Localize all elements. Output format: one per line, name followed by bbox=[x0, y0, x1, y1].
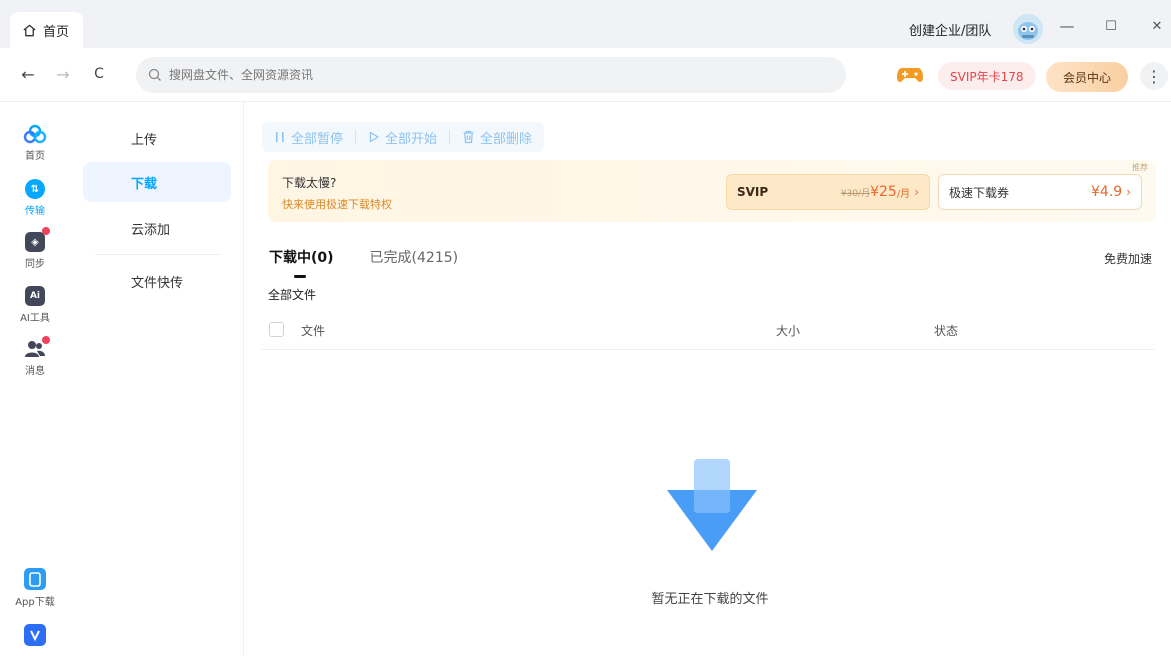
pause-icon bbox=[276, 132, 284, 142]
search-icon bbox=[148, 68, 161, 81]
svip-annual-badge[interactable]: SVIP年卡178 bbox=[938, 62, 1036, 90]
more-menu-button[interactable]: ⋮ bbox=[1140, 62, 1168, 90]
sidebar-item-upload[interactable]: 上传 bbox=[83, 118, 231, 158]
speed-promo-banner: 下载太慢? 快来使用极速下载特权 推荐 SVIP ¥30/月 ¥25 /月 › … bbox=[268, 160, 1156, 222]
vip-icon bbox=[24, 624, 46, 646]
nav-bar: ← → C SVIP年卡178 会员中心 ⋮ bbox=[0, 48, 1171, 102]
sidebar-item-label: 消息 bbox=[25, 366, 45, 377]
sidebar-item-label: App下载 bbox=[15, 597, 55, 608]
avatar-icon bbox=[1013, 14, 1043, 44]
trash-icon bbox=[463, 130, 474, 144]
chevron-right-icon: › bbox=[914, 185, 919, 199]
download-tabs: 下载中(0) 已完成(4215) bbox=[269, 247, 459, 278]
title-bar: 首页 创建企业/团队 — ☐ ✕ bbox=[0, 0, 1171, 48]
maximize-button[interactable]: ☐ bbox=[1101, 16, 1121, 36]
sidebar-item-sync[interactable]: ◈ 同步 bbox=[0, 227, 70, 270]
pause-all-button[interactable]: 全部暂停 bbox=[274, 128, 343, 147]
minimize-button[interactable]: — bbox=[1057, 16, 1077, 36]
free-speedup-link[interactable]: 免费加速 bbox=[1104, 250, 1152, 267]
cloud-logo-icon bbox=[23, 124, 47, 144]
back-button[interactable]: ← bbox=[17, 63, 39, 85]
start-all-label: 全部开始 bbox=[385, 131, 438, 147]
game-controller-icon[interactable] bbox=[896, 65, 924, 85]
transfer-sidebar: 上传 下载 云添加 文件快传 bbox=[70, 102, 244, 656]
create-team-link[interactable]: 创建企业/团队 bbox=[909, 20, 991, 39]
app-download-icon bbox=[24, 568, 46, 590]
sidebar-item-transfer[interactable]: ⇅ 传输 bbox=[0, 179, 70, 217]
forward-button[interactable]: → bbox=[52, 63, 74, 85]
search-box[interactable] bbox=[136, 57, 846, 93]
banner-title: 下载太慢? bbox=[282, 176, 337, 190]
home-icon bbox=[23, 24, 36, 36]
divider bbox=[449, 130, 451, 144]
app-window: 首页 创建企业/团队 — ☐ ✕ ← → C 搜网盘文件、全网资源资讯 SVIP… bbox=[0, 0, 1171, 656]
sidebar-item-label: 首页 bbox=[25, 151, 45, 162]
delete-all-label: 全部删除 bbox=[480, 131, 533, 147]
svip-price-unit: /月 bbox=[896, 188, 911, 200]
svip-price: ¥25 bbox=[870, 184, 897, 200]
sidebar-item-home[interactable]: 首页 bbox=[0, 124, 70, 162]
column-header-size[interactable]: 大小 bbox=[776, 322, 800, 339]
sidebar-item-quick-transfer[interactable]: 文件快传 bbox=[83, 261, 231, 301]
message-icon bbox=[24, 336, 50, 359]
sidebar-item-label: 同步 bbox=[25, 259, 45, 270]
svip-offer-name: SVIP bbox=[737, 185, 769, 199]
svip-offer-button[interactable]: SVIP ¥30/月 ¥25 /月 › bbox=[726, 174, 930, 210]
transfer-icon: ⇅ bbox=[25, 179, 45, 199]
speed-ticket-offer-button[interactable]: 极速下载券 ¥4.9 › bbox=[938, 174, 1142, 210]
delete-all-button[interactable]: 全部删除 bbox=[462, 128, 532, 147]
sidebar-item-vip[interactable] bbox=[0, 624, 70, 646]
banner-subtitle[interactable]: 快来使用极速下载特权 bbox=[282, 196, 392, 212]
column-header-status[interactable]: 状态 bbox=[934, 322, 958, 339]
tab-home-label: 首页 bbox=[43, 24, 70, 40]
svip-old-price: ¥30/月 bbox=[840, 188, 871, 199]
empty-download-icon bbox=[667, 459, 757, 551]
sidebar-item-label: 传输 bbox=[25, 206, 45, 217]
sidebar-item-download[interactable]: 下载 bbox=[83, 162, 231, 202]
divider bbox=[355, 130, 357, 144]
notification-dot bbox=[42, 336, 50, 344]
sidebar-item-ai-tools[interactable]: Ai AI工具 bbox=[0, 286, 70, 324]
sidebar-item-cloud-add[interactable]: 云添加 bbox=[83, 208, 231, 248]
select-all-checkbox[interactable] bbox=[269, 322, 284, 337]
member-center-button[interactable]: 会员中心 bbox=[1046, 62, 1128, 92]
sync-icon: ◈ bbox=[25, 227, 50, 252]
ticket-offer-name: 极速下载券 bbox=[949, 185, 1010, 200]
download-toolbar: 全部暂停 全部开始 全部删除 bbox=[262, 122, 545, 152]
sidebar-item-messages[interactable]: 消息 bbox=[0, 336, 70, 377]
pause-all-label: 全部暂停 bbox=[291, 131, 344, 147]
file-table-header: 文件 大小 状态 bbox=[262, 312, 1154, 350]
avatar[interactable] bbox=[1013, 14, 1043, 44]
empty-state-message: 暂无正在下载的文件 bbox=[651, 592, 769, 607]
play-icon bbox=[369, 131, 379, 143]
start-all-button[interactable]: 全部开始 bbox=[368, 128, 437, 147]
tab-home[interactable]: 首页 bbox=[10, 12, 83, 48]
sidebar-item-app-download[interactable]: App下载 bbox=[0, 568, 70, 608]
ai-tools-icon: Ai bbox=[25, 286, 45, 306]
sidebar-item-label: AI工具 bbox=[20, 313, 50, 324]
recommend-tag: 推荐 bbox=[1132, 163, 1148, 172]
sync-glyph: ◈ bbox=[31, 236, 39, 248]
icon-sidebar: 首页 ⇅ 传输 ◈ 同步 Ai AI工具 消息 App下载 bbox=[0, 102, 70, 656]
divider bbox=[95, 254, 221, 255]
all-files-breadcrumb: 全部文件 bbox=[268, 288, 317, 302]
close-button[interactable]: ✕ bbox=[1147, 16, 1167, 36]
search-input[interactable] bbox=[169, 68, 769, 82]
ticket-price: ¥4.9 bbox=[1091, 184, 1123, 200]
column-header-file[interactable]: 文件 bbox=[301, 322, 325, 339]
tab-downloading[interactable]: 下载中(0) bbox=[269, 247, 334, 278]
chevron-right-icon: › bbox=[1126, 185, 1131, 199]
tab-completed[interactable]: 已完成(4215) bbox=[370, 247, 459, 267]
refresh-button[interactable]: C bbox=[88, 63, 110, 85]
notification-dot bbox=[42, 227, 50, 235]
